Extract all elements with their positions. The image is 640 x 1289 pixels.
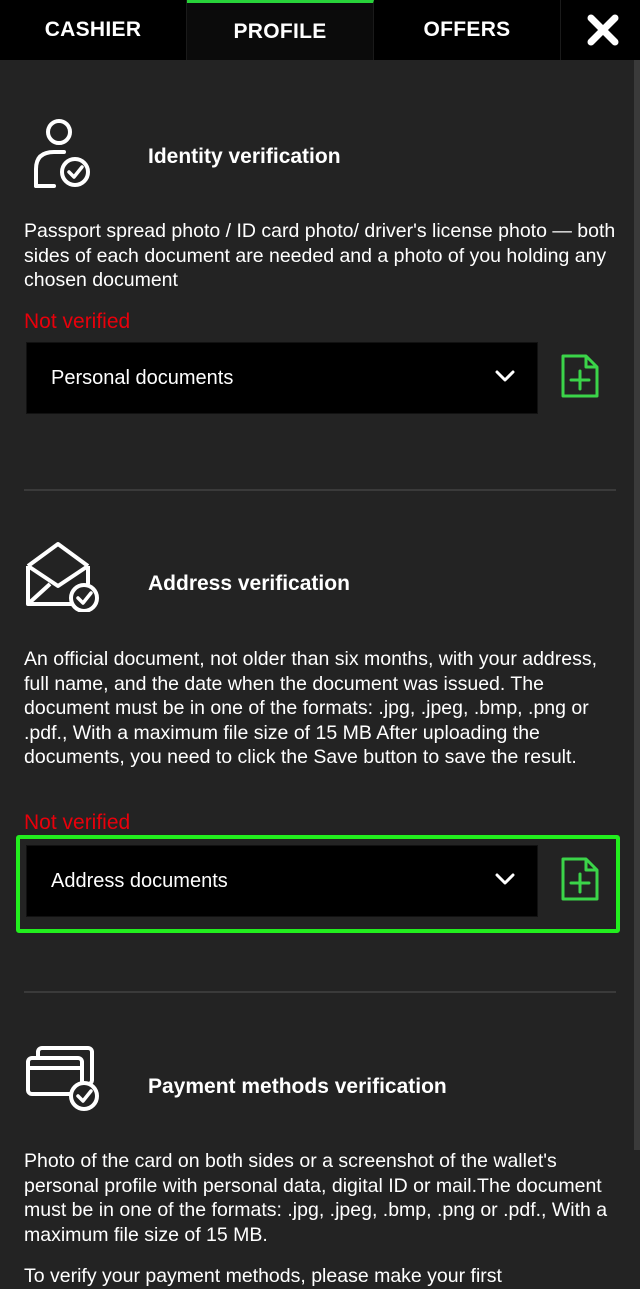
envelope-check-icon	[26, 542, 99, 612]
section-description: An official document, not older than six…	[24, 648, 598, 768]
payment-instructions-text: To verify your payment methods, please m…	[24, 1265, 502, 1287]
identity-verification-section: Identity verification Passport spread ph…	[24, 110, 616, 420]
section-title: Payment methods verification	[148, 1075, 447, 1098]
select-value: Personal documents	[51, 366, 234, 389]
file-plus-icon[interactable]	[560, 353, 600, 399]
section-description: Passport spread photo / ID card photo/ d…	[24, 220, 616, 291]
scrollbar[interactable]	[634, 60, 640, 1150]
section-divider	[24, 489, 616, 491]
verification-status: Not verified	[24, 310, 131, 333]
section-title: Address verification	[148, 572, 350, 595]
chevron-down-icon	[495, 370, 515, 382]
tab-offers[interactable]: OFFERS	[374, 0, 561, 60]
verification-status: Not verified	[24, 811, 131, 834]
focus-highlight	[16, 835, 620, 933]
top-nav-bar: CASHIER PROFILE OFFERS	[0, 0, 640, 60]
user-check-icon	[34, 119, 90, 188]
section-title: Identity verification	[148, 145, 341, 168]
cards-check-icon	[26, 1046, 99, 1111]
tab-profile[interactable]: PROFILE	[187, 0, 374, 60]
close-icon	[587, 14, 619, 46]
document-type-select[interactable]: Personal documents	[26, 342, 538, 414]
section-description: Photo of the card on both sides or a scr…	[24, 1150, 608, 1246]
close-button[interactable]	[561, 0, 640, 60]
tab-cashier[interactable]: CASHIER	[0, 0, 187, 60]
section-divider	[24, 991, 616, 993]
payment-verification-section: Payment methods verification Photo of th…	[24, 1040, 616, 1287]
